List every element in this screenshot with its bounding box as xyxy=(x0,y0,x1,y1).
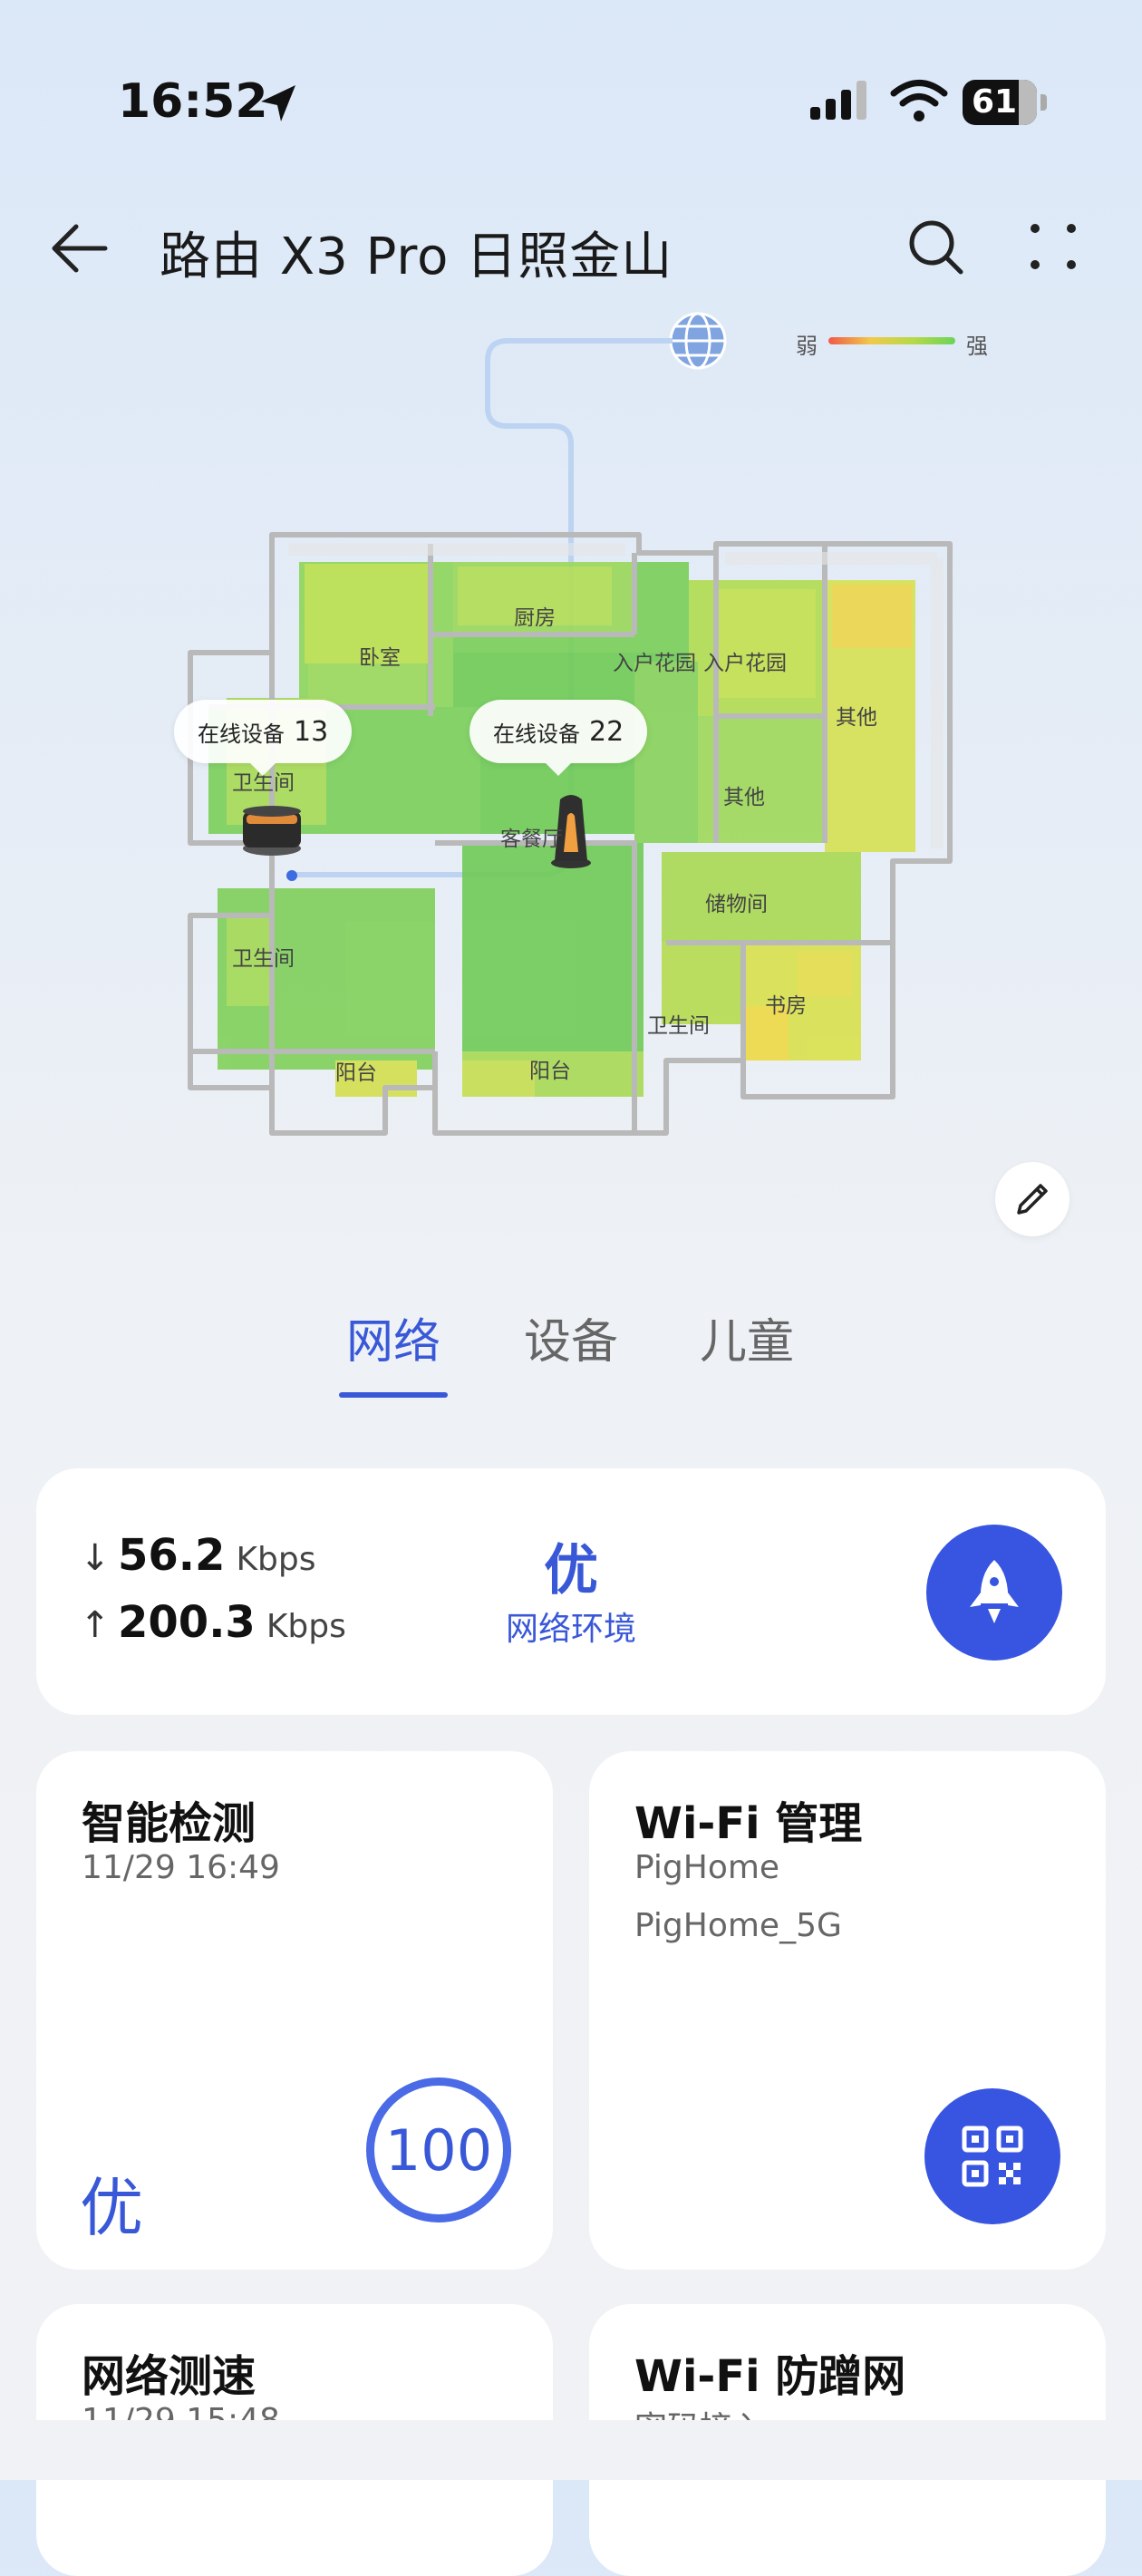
active-tab-indicator xyxy=(339,1392,448,1398)
qr-code-icon xyxy=(962,2126,1023,2187)
room-label: 储物间 xyxy=(705,893,768,916)
room-label: 卧室 xyxy=(359,646,401,670)
bubble-label: 在线设备 xyxy=(493,721,580,747)
room-label: 其他 xyxy=(723,786,765,809)
smart-check-title: 智能检测 xyxy=(82,1798,256,1849)
network-speed-card[interactable]: ↓ 56.2 Kbps ↑ 200.3 Kbps 优 网络环境 xyxy=(36,1468,1106,1715)
wifi-icon xyxy=(890,80,948,121)
pencil-icon xyxy=(1017,1184,1048,1215)
room-label: 书房 xyxy=(765,994,807,1018)
wifi-qr-share-button[interactable] xyxy=(924,2088,1060,2224)
health-score-value: 100 xyxy=(384,2116,493,2184)
mesh-router-left-icon xyxy=(243,806,301,856)
online-devices-bubble-center[interactable]: 在线设备 22 xyxy=(469,700,648,776)
battery-indicator: 61 xyxy=(963,80,1047,125)
wifi-ssid: PigHome_5G xyxy=(634,1907,842,1944)
bottom-safe-area xyxy=(0,2420,1142,2480)
tab-network[interactable]: 网络 xyxy=(346,1303,440,1371)
back-arrow-icon[interactable] xyxy=(47,216,112,281)
battery-level: 61 xyxy=(971,83,1018,121)
tab-devices[interactable]: 设备 xyxy=(524,1303,618,1371)
smart-check-time: 11/29 16:49 xyxy=(82,1849,280,1886)
tab-children[interactable]: 儿童 xyxy=(700,1303,794,1371)
status-time: 16:52 xyxy=(118,74,268,129)
room-label: 阳台 xyxy=(529,1060,571,1083)
wifi-management-card[interactable]: Wi-Fi 管理 PigHome PigHome_5G xyxy=(589,1751,1106,2270)
bubble-count: 13 xyxy=(294,715,329,748)
wifi-guard-title: Wi-Fi 防蹭网 xyxy=(634,2351,906,2402)
room-label: 阳台 xyxy=(335,1061,377,1085)
health-score-ring: 100 xyxy=(366,2077,511,2223)
internet-globe-icon xyxy=(669,312,727,370)
bubble-count: 22 xyxy=(589,715,624,748)
wifi-management-title: Wi-Fi 管理 xyxy=(634,1798,863,1849)
wifi-ssid: PigHome xyxy=(634,1849,780,1886)
smart-check-card[interactable]: 智能检测 11/29 16:49 优 100 xyxy=(36,1751,553,2270)
online-devices-bubble-left[interactable]: 在线设备 13 xyxy=(174,700,353,776)
smart-check-grade: 优 xyxy=(80,2171,143,2245)
room-label: 卫生间 xyxy=(232,947,295,971)
room-label: 客餐厅 xyxy=(500,828,563,851)
edit-map-button[interactable] xyxy=(995,1162,1069,1236)
room-label: 其他 xyxy=(836,706,877,730)
bubble-label: 在线设备 xyxy=(198,721,285,747)
page-title: 路由 X3 Pro 日照金山 xyxy=(160,228,673,286)
location-arrow-icon xyxy=(261,85,295,121)
cellular-signal-icon xyxy=(810,81,866,120)
more-options-icon[interactable] xyxy=(1021,214,1086,279)
rocket-icon xyxy=(970,1560,1019,1623)
speed-test-title: 网络测速 xyxy=(82,2351,256,2402)
room-label: 厨房 xyxy=(514,606,556,630)
room-label: 入户花园 xyxy=(613,652,696,675)
search-icon[interactable] xyxy=(903,214,968,279)
room-label: 入户花园 xyxy=(703,652,787,675)
accelerate-button[interactable] xyxy=(926,1525,1062,1661)
room-label: 卫生间 xyxy=(647,1014,710,1038)
